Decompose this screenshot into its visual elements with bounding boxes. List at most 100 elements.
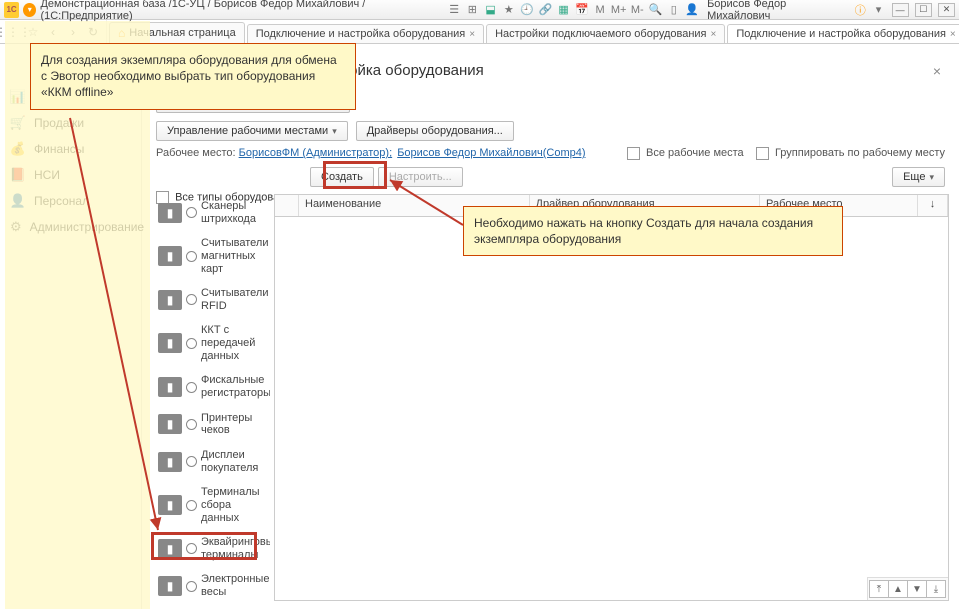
- tab-label: Начальная страница: [129, 27, 235, 39]
- star-outline-icon[interactable]: ☆: [26, 25, 40, 39]
- equipment-type-label: Терминалы сбора данных: [201, 486, 268, 524]
- toolbar-icon[interactable]: ⊞: [465, 2, 479, 17]
- equipment-type-item[interactable]: ▮ Терминалы сбора данных: [156, 480, 270, 530]
- first-page-button[interactable]: ⤒: [869, 580, 889, 598]
- toolbar-icon[interactable]: ⬓: [484, 2, 498, 17]
- tab-home[interactable]: ⌂ Начальная страница: [109, 22, 245, 43]
- refresh-icon[interactable]: ↻: [86, 25, 100, 39]
- workplace-label: Рабочее место:: [156, 147, 236, 159]
- manage-workplaces-button[interactable]: Управление рабочими местами ▾: [156, 121, 348, 141]
- annotation-callout-2: Необходимо нажать на кнопку Создать для …: [463, 206, 843, 256]
- tab-equipment-1[interactable]: Подключение и настройка оборудования ×: [247, 24, 484, 43]
- sidebar-item-sales[interactable]: 🛒 Продажи: [0, 110, 141, 136]
- checkbox-icon: [627, 147, 640, 160]
- toolbar-icon[interactable]: ☰: [447, 2, 461, 17]
- radio-icon: [186, 251, 197, 262]
- navigation-sidebar: 📊 Склад 🛒 Продажи 💰 Финансы 📕 НСИ 👤 Перс…: [0, 44, 142, 609]
- next-page-button[interactable]: ▼: [907, 580, 927, 598]
- annotation-callout-1: Для создания экземпляра оборудования для…: [30, 43, 356, 110]
- equipment-type-icon: ▮: [158, 539, 182, 559]
- sidebar-item-label: Администрирование: [30, 220, 144, 234]
- content-area: ← → Подключение и настройка оборудования…: [142, 44, 959, 609]
- document-tabs: ⌂ Начальная страница Подключение и настр…: [107, 20, 959, 43]
- app-menu-dropdown-icon[interactable]: ▾: [23, 3, 36, 17]
- equipment-type-icon: ▮: [158, 333, 182, 353]
- sidebar-item-nsi[interactable]: 📕 НСИ: [0, 162, 141, 188]
- maximize-button[interactable]: ☐: [915, 3, 932, 17]
- tab-equipment-settings[interactable]: Настройки подключаемого оборудования ×: [486, 24, 725, 43]
- equipment-type-icon: ▮: [158, 377, 182, 397]
- radio-icon: [186, 207, 197, 218]
- tab-close-icon[interactable]: ×: [950, 29, 956, 40]
- workplace-row: Рабочее место: БорисовФМ (Администратор)…: [142, 145, 959, 163]
- equipment-type-item[interactable]: ▮Электронные весы: [156, 567, 270, 601]
- all-workplaces-checkbox[interactable]: Все рабочие места: [627, 147, 747, 159]
- radio-icon: [186, 294, 197, 305]
- equipment-type-label: Принтеры чеков: [201, 412, 268, 437]
- window-titlebar: 1C ▾ Демонстрационная база /1С-УЦ / Бори…: [0, 0, 959, 20]
- radio-icon: [186, 338, 197, 349]
- workplace-link[interactable]: Борисов Федор Михайлович(Comp4): [397, 147, 585, 159]
- m-icon[interactable]: M: [593, 2, 607, 17]
- equipment-type-item[interactable]: ▮ Фискальные регистраторы: [156, 368, 270, 405]
- sidebar-item-finance[interactable]: 💰 Финансы: [0, 136, 141, 162]
- sidebar-item-admin[interactable]: ⚙ Администрирование: [0, 214, 141, 240]
- page-close-icon[interactable]: ×: [933, 63, 941, 79]
- table-header-check[interactable]: [275, 195, 299, 216]
- tab-label: Подключение и настройка оборудования: [736, 28, 946, 40]
- tab-label: Настройки подключаемого оборудования: [495, 28, 706, 40]
- link-icon[interactable]: 🔗: [538, 2, 552, 17]
- drivers-button[interactable]: Драйверы оборудования...: [356, 121, 514, 141]
- workplace-link[interactable]: БорисовФМ (Администратор);: [239, 147, 393, 159]
- close-button[interactable]: ✕: [938, 3, 955, 17]
- history-icon[interactable]: 🕘: [520, 2, 534, 17]
- equipment-type-item[interactable]: ▮Дисплеи покупателя: [156, 443, 270, 480]
- apps-icon[interactable]: ⋮⋮⋮: [6, 25, 20, 39]
- equipment-type-item[interactable]: ▮Считыватели магнитных карт: [156, 231, 270, 281]
- nsi-icon: 📕: [10, 167, 26, 183]
- equipment-type-icon: ▮: [158, 576, 182, 596]
- last-page-button[interactable]: ⤓: [926, 580, 946, 598]
- current-user: Борисов Федор Михайлович: [707, 0, 845, 22]
- tab-close-icon[interactable]: ×: [469, 29, 475, 40]
- equipment-type-item[interactable]: ▮Эквайринговые терминалы: [156, 530, 270, 567]
- calendar-icon[interactable]: 📅: [575, 2, 589, 17]
- equipment-type-label: Фискальные регистраторы: [201, 374, 270, 399]
- warehouse-icon: 📊: [10, 89, 26, 105]
- equipment-type-icon: ▮: [158, 495, 182, 515]
- equipment-type-item[interactable]: ▮Сканеры штрихкода: [156, 194, 270, 231]
- configure-button[interactable]: Настроить...: [378, 167, 463, 187]
- dropdown-icon[interactable]: ▾: [871, 2, 885, 17]
- top-toolbar: ⋮⋮⋮ ☆ ‹ › ↻ ⌂ Начальная страница Подключ…: [0, 20, 959, 44]
- user-icon[interactable]: 👤: [685, 2, 699, 17]
- equipment-type-icon: ▮: [158, 290, 182, 310]
- create-button[interactable]: Создать: [310, 167, 374, 187]
- table-nav-buttons: ⤒ ▲ ▼ ⤓: [867, 577, 948, 600]
- equipment-type-icon: ▮: [158, 246, 182, 266]
- equipment-type-label: Сканеры штрихкода: [201, 200, 268, 225]
- table-header-sort[interactable]: ↓: [918, 195, 948, 216]
- sidebar-item-personnel[interactable]: 👤 Персонал: [0, 188, 141, 214]
- m-plus-icon[interactable]: M+: [611, 2, 626, 17]
- more-button[interactable]: Еще ▾: [892, 167, 945, 187]
- back-icon[interactable]: ‹: [46, 25, 60, 39]
- book-icon[interactable]: ▯: [667, 2, 681, 17]
- tab-equipment-active[interactable]: Подключение и настройка оборудования ×: [727, 24, 959, 43]
- calc-icon[interactable]: ▦: [556, 2, 570, 17]
- search-icon[interactable]: 🔍: [648, 2, 662, 17]
- info-icon[interactable]: ⓘ: [853, 2, 867, 17]
- tab-close-icon[interactable]: ×: [711, 29, 717, 40]
- equipment-type-label: ККТ с передачей данных: [201, 324, 268, 362]
- app-logo-icon: 1C: [4, 2, 19, 18]
- equipment-type-item[interactable]: ▮Считыватели RFID: [156, 281, 270, 318]
- equipment-type-item[interactable]: ▮ ККТ с передачей данных: [156, 318, 270, 368]
- favorite-icon[interactable]: ★: [502, 2, 516, 17]
- prev-page-button[interactable]: ▲: [888, 580, 908, 598]
- group-by-workplace-checkbox[interactable]: Группировать по рабочему месту: [756, 147, 945, 159]
- radio-icon: [186, 456, 197, 467]
- equipment-type-item[interactable]: ▮Принтеры чеков: [156, 406, 270, 443]
- minimize-button[interactable]: —: [892, 3, 909, 17]
- m-minus-icon[interactable]: M-: [630, 2, 644, 17]
- personnel-icon: 👤: [10, 193, 26, 209]
- forward-icon[interactable]: ›: [66, 25, 80, 39]
